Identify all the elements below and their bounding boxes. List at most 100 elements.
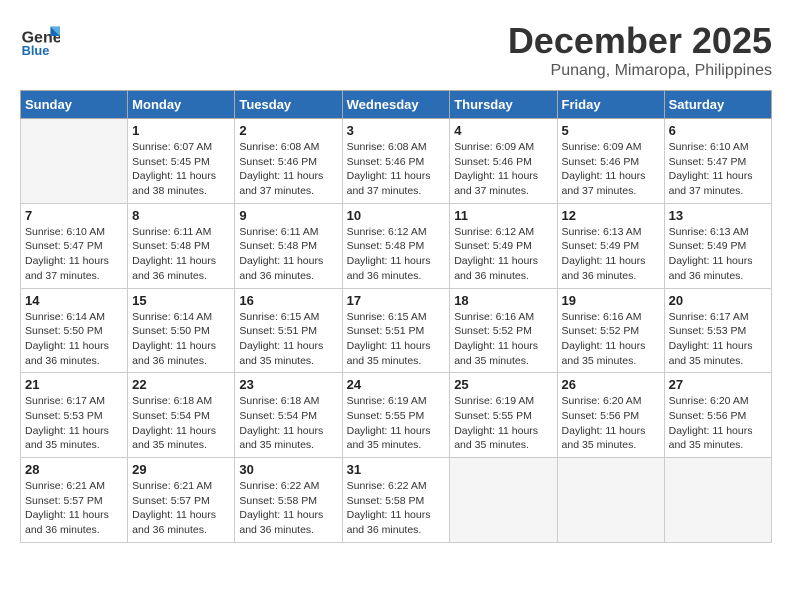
calendar-cell: 14 Sunrise: 6:14 AMSunset: 5:50 PMDayligh… bbox=[21, 288, 128, 373]
day-number: 5 bbox=[562, 123, 660, 138]
day-number: 2 bbox=[239, 123, 337, 138]
weekday-header-thursday: Thursday bbox=[450, 91, 557, 119]
weekday-header-sunday: Sunday bbox=[21, 91, 128, 119]
calendar-cell: 7 Sunrise: 6:10 AMSunset: 5:47 PMDaylight… bbox=[21, 203, 128, 288]
calendar-cell: 28Sunrise: 6:21 AMSunset: 5:57 PMDayligh… bbox=[21, 458, 128, 543]
day-info: Sunrise: 6:21 AMSunset: 5:57 PMDaylight:… bbox=[25, 479, 123, 538]
day-number: 4 bbox=[454, 123, 552, 138]
day-info: Sunrise: 6:16 AMSunset: 5:52 PMDaylight:… bbox=[454, 310, 552, 369]
day-info: Sunrise: 6:21 AMSunset: 5:57 PMDaylight:… bbox=[132, 479, 230, 538]
day-number: 8 bbox=[132, 208, 230, 223]
day-number: 10 bbox=[347, 208, 446, 223]
calendar-cell: 22 Sunrise: 6:18 AMSunset: 5:54 PMDayligh… bbox=[128, 373, 235, 458]
day-number: 27 bbox=[669, 377, 767, 392]
weekday-header-row: SundayMondayTuesdayWednesdayThursdayFrid… bbox=[21, 91, 772, 119]
calendar-cell: 2Sunrise: 6:08 AMSunset: 5:46 PMDaylight… bbox=[235, 119, 342, 204]
weekday-header-tuesday: Tuesday bbox=[235, 91, 342, 119]
day-number: 19 bbox=[562, 293, 660, 308]
location-title: Punang, Mimaropa, Philippines bbox=[508, 62, 772, 80]
page-header: General Blue December 2025 Punang, Mimar… bbox=[20, 20, 772, 80]
week-row-4: 21 Sunrise: 6:17 AMSunset: 5:53 PMDayligh… bbox=[21, 373, 772, 458]
calendar-cell: 1 Sunrise: 6:07 AMSunset: 5:45 PMDaylight… bbox=[128, 119, 235, 204]
calendar-cell: 20Sunrise: 6:17 AMSunset: 5:53 PMDayligh… bbox=[664, 288, 771, 373]
day-info: Sunrise: 6:16 AMSunset: 5:52 PMDaylight:… bbox=[562, 310, 660, 369]
calendar-cell: 11 Sunrise: 6:12 AMSunset: 5:49 PMDayligh… bbox=[450, 203, 557, 288]
day-info: Sunrise: 6:15 AMSunset: 5:51 PMDaylight:… bbox=[347, 310, 446, 369]
calendar-cell: 27 Sunrise: 6:20 AMSunset: 5:56 PMDayligh… bbox=[664, 373, 771, 458]
logo-icon: General Blue bbox=[20, 20, 60, 60]
day-number: 3 bbox=[347, 123, 446, 138]
calendar-cell: 24 Sunrise: 6:19 AMSunset: 5:55 PMDayligh… bbox=[342, 373, 450, 458]
day-info: Sunrise: 6:13 AMSunset: 5:49 PMDaylight:… bbox=[669, 225, 767, 284]
day-info: Sunrise: 6:15 AMSunset: 5:51 PMDaylight:… bbox=[239, 310, 337, 369]
title-section: December 2025 Punang, Mimaropa, Philippi… bbox=[508, 20, 772, 80]
day-number: 13 bbox=[669, 208, 767, 223]
day-number: 31 bbox=[347, 462, 446, 477]
calendar-cell: 15 Sunrise: 6:14 AMSunset: 5:50 PMDayligh… bbox=[128, 288, 235, 373]
calendar-cell: 29 Sunrise: 6:21 AMSunset: 5:57 PMDayligh… bbox=[128, 458, 235, 543]
day-number: 14 bbox=[25, 293, 123, 308]
calendar-cell: 4 Sunrise: 6:09 AMSunset: 5:46 PMDaylight… bbox=[450, 119, 557, 204]
calendar-cell: 13 Sunrise: 6:13 AMSunset: 5:49 PMDayligh… bbox=[664, 203, 771, 288]
calendar-cell: 26 Sunrise: 6:20 AMSunset: 5:56 PMDayligh… bbox=[557, 373, 664, 458]
day-info: Sunrise: 6:14 AMSunset: 5:50 PMDaylight:… bbox=[25, 310, 123, 369]
weekday-header-wednesday: Wednesday bbox=[342, 91, 450, 119]
calendar-cell bbox=[557, 458, 664, 543]
day-info: Sunrise: 6:12 AMSunset: 5:49 PMDaylight:… bbox=[454, 225, 552, 284]
week-row-3: 14 Sunrise: 6:14 AMSunset: 5:50 PMDayligh… bbox=[21, 288, 772, 373]
calendar-cell bbox=[450, 458, 557, 543]
day-info: Sunrise: 6:17 AMSunset: 5:53 PMDaylight:… bbox=[25, 394, 123, 453]
day-number: 1 bbox=[132, 123, 230, 138]
calendar-cell: 5Sunrise: 6:09 AMSunset: 5:46 PMDaylight… bbox=[557, 119, 664, 204]
calendar-cell: 6Sunrise: 6:10 AMSunset: 5:47 PMDaylight… bbox=[664, 119, 771, 204]
calendar-cell: 9Sunrise: 6:11 AMSunset: 5:48 PMDaylight… bbox=[235, 203, 342, 288]
day-info: Sunrise: 6:20 AMSunset: 5:56 PMDaylight:… bbox=[669, 394, 767, 453]
calendar-cell: 23 Sunrise: 6:18 AMSunset: 5:54 PMDayligh… bbox=[235, 373, 342, 458]
day-info: Sunrise: 6:14 AMSunset: 5:50 PMDaylight:… bbox=[132, 310, 230, 369]
day-info: Sunrise: 6:17 AMSunset: 5:53 PMDaylight:… bbox=[669, 310, 767, 369]
calendar-table: SundayMondayTuesdayWednesdayThursdayFrid… bbox=[20, 90, 772, 543]
day-number: 26 bbox=[562, 377, 660, 392]
svg-text:Blue: Blue bbox=[22, 43, 50, 58]
day-info: Sunrise: 6:09 AMSunset: 5:46 PMDaylight:… bbox=[454, 140, 552, 199]
day-number: 17 bbox=[347, 293, 446, 308]
weekday-header-monday: Monday bbox=[128, 91, 235, 119]
calendar-cell: 8 Sunrise: 6:11 AMSunset: 5:48 PMDaylight… bbox=[128, 203, 235, 288]
day-number: 21 bbox=[25, 377, 123, 392]
day-number: 25 bbox=[454, 377, 552, 392]
week-row-5: 28Sunrise: 6:21 AMSunset: 5:57 PMDayligh… bbox=[21, 458, 772, 543]
day-number: 11 bbox=[454, 208, 552, 223]
day-number: 15 bbox=[132, 293, 230, 308]
calendar-cell: 19 Sunrise: 6:16 AMSunset: 5:52 PMDayligh… bbox=[557, 288, 664, 373]
day-number: 22 bbox=[132, 377, 230, 392]
day-info: Sunrise: 6:19 AMSunset: 5:55 PMDaylight:… bbox=[454, 394, 552, 453]
day-info: Sunrise: 6:07 AMSunset: 5:45 PMDaylight:… bbox=[132, 140, 230, 199]
day-number: 16 bbox=[239, 293, 337, 308]
calendar-cell: 21 Sunrise: 6:17 AMSunset: 5:53 PMDayligh… bbox=[21, 373, 128, 458]
day-number: 23 bbox=[239, 377, 337, 392]
calendar-cell: 25 Sunrise: 6:19 AMSunset: 5:55 PMDayligh… bbox=[450, 373, 557, 458]
calendar-cell bbox=[21, 119, 128, 204]
day-info: Sunrise: 6:20 AMSunset: 5:56 PMDaylight:… bbox=[562, 394, 660, 453]
calendar-cell bbox=[664, 458, 771, 543]
day-info: Sunrise: 6:18 AMSunset: 5:54 PMDaylight:… bbox=[239, 394, 337, 453]
day-number: 24 bbox=[347, 377, 446, 392]
day-info: Sunrise: 6:10 AMSunset: 5:47 PMDaylight:… bbox=[25, 225, 123, 284]
day-number: 7 bbox=[25, 208, 123, 223]
day-info: Sunrise: 6:08 AMSunset: 5:46 PMDaylight:… bbox=[347, 140, 446, 199]
calendar-cell: 3 Sunrise: 6:08 AMSunset: 5:46 PMDaylight… bbox=[342, 119, 450, 204]
weekday-header-friday: Friday bbox=[557, 91, 664, 119]
calendar-cell: 31Sunrise: 6:22 AMSunset: 5:58 PMDayligh… bbox=[342, 458, 450, 543]
day-number: 29 bbox=[132, 462, 230, 477]
day-number: 12 bbox=[562, 208, 660, 223]
day-info: Sunrise: 6:19 AMSunset: 5:55 PMDaylight:… bbox=[347, 394, 446, 453]
day-info: Sunrise: 6:10 AMSunset: 5:47 PMDaylight:… bbox=[669, 140, 767, 199]
month-title: December 2025 bbox=[508, 20, 772, 62]
day-number: 18 bbox=[454, 293, 552, 308]
day-info: Sunrise: 6:18 AMSunset: 5:54 PMDaylight:… bbox=[132, 394, 230, 453]
calendar-cell: 16 Sunrise: 6:15 AMSunset: 5:51 PMDayligh… bbox=[235, 288, 342, 373]
day-info: Sunrise: 6:11 AMSunset: 5:48 PMDaylight:… bbox=[132, 225, 230, 284]
calendar-cell: 12Sunrise: 6:13 AMSunset: 5:49 PMDayligh… bbox=[557, 203, 664, 288]
day-number: 9 bbox=[239, 208, 337, 223]
week-row-1: 1 Sunrise: 6:07 AMSunset: 5:45 PMDaylight… bbox=[21, 119, 772, 204]
